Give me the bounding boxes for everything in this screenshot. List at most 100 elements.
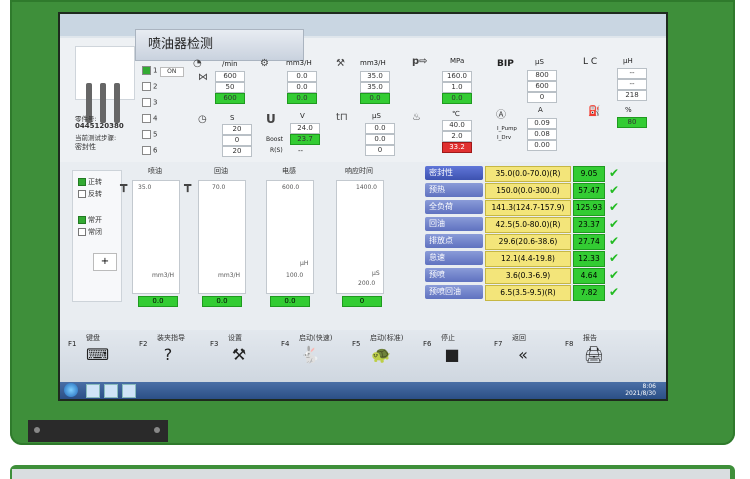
checkmark-icon: ✔ <box>609 268 620 282</box>
response-scale-unit: µS <box>372 270 380 277</box>
time-set[interactable]: 20 <box>222 124 252 135</box>
result-row: 预喷 3.6(0.3-6.9) 4.64 ✔ <box>403 268 658 284</box>
valve-icon: ⋈ <box>198 72 208 83</box>
lc-label: L C <box>583 57 598 67</box>
fkey-f3[interactable]: F3 设置 ⚒ <box>206 330 276 382</box>
result-label[interactable]: 怠速 <box>425 251 483 265</box>
result-value: 12.33 <box>573 251 605 267</box>
checkbox-icon[interactable] <box>142 66 151 75</box>
injection-column-head: 喷油 <box>148 167 162 175</box>
mode-panel: 正转 反转 常开 常闭 + <box>72 170 122 302</box>
result-label[interactable]: 预喷回油 <box>425 285 483 299</box>
return-set[interactable]: 35.0 <box>360 71 390 82</box>
result-row: 全负荷 141.3(124.7-157.9) 125.93 ✔ <box>403 200 658 216</box>
normally-open-radio[interactable]: 常开 <box>78 215 102 225</box>
inductance-column-head: 电感 <box>282 167 296 175</box>
fkey-f4[interactable]: F4 启动(快速) 🐇 <box>277 330 347 382</box>
cylinder-6[interactable]: 6 <box>142 146 157 155</box>
temp-actual: 33.2 <box>442 142 472 153</box>
pulse-set[interactable]: 0.0 <box>365 123 395 134</box>
bip-set[interactable]: 800 <box>527 70 557 81</box>
pump-current-label: I_Pump <box>497 126 517 132</box>
normally-closed-radio[interactable]: 常闭 <box>78 227 102 237</box>
step-value: 密封性 <box>75 143 96 151</box>
voltage-set[interactable]: 24.0 <box>290 123 320 134</box>
clock-icon: ◷ <box>198 114 207 125</box>
result-label[interactable]: 排放点 <box>425 234 483 248</box>
response-scale-top: 1400.0 <box>356 184 377 191</box>
fkey-f7[interactable]: F7 返回 « <box>490 330 560 382</box>
taskbar-app-icon[interactable] <box>122 384 136 398</box>
cylinder-1[interactable]: 1 ON <box>142 66 184 77</box>
pulse-actual: 0 <box>365 145 395 156</box>
temp-set[interactable]: 40.0 <box>442 120 472 131</box>
checkbox-icon[interactable] <box>142 130 151 139</box>
fkey-f5[interactable]: F5 启动(标准) 🐢 <box>348 330 418 382</box>
injection-scale-unit: mm3/H <box>152 272 175 279</box>
next-screen-edge <box>12 469 730 479</box>
cylinder-4[interactable]: 4 <box>142 114 157 123</box>
pressure-step[interactable]: 1.0 <box>442 82 472 93</box>
result-value: 57.47 <box>573 183 605 199</box>
return-step[interactable]: 35.0 <box>360 82 390 93</box>
fkey-label: 装夹指导 <box>157 334 185 342</box>
response-value: 0 <box>342 296 382 307</box>
fkey-icon: ⌨ <box>86 345 110 364</box>
result-label[interactable]: 预热 <box>425 183 483 197</box>
drv-current-label: I_Drv <box>497 135 512 141</box>
reverse-radio[interactable]: 反转 <box>78 189 102 199</box>
fkey-label: 启动(快速) <box>299 334 333 342</box>
step-label: 当前测试步骤: <box>75 134 117 142</box>
current-extra: 0.00 <box>527 140 557 151</box>
bip-step[interactable]: 600 <box>527 81 557 92</box>
checkbox-icon[interactable] <box>142 82 151 91</box>
return-column-head: 回油 <box>214 167 228 175</box>
checkmark-icon: ✔ <box>609 183 620 197</box>
result-label[interactable]: 密封性 <box>425 166 483 180</box>
result-row: 密封性 35.0(0.0-70.0)(R) 9.05 ✔ <box>403 166 658 182</box>
pressure-set[interactable]: 160.0 <box>442 71 472 82</box>
response-column-head: 响应时间 <box>345 167 373 175</box>
checkbox-icon[interactable] <box>142 98 151 107</box>
start-button[interactable] <box>64 383 78 397</box>
cylinder-5[interactable]: 5 <box>142 130 157 139</box>
fkey-icon: ■ <box>444 345 460 364</box>
result-value: 7.82 <box>573 285 605 301</box>
checkbox-icon[interactable] <box>142 146 151 155</box>
temp-step[interactable]: 2.0 <box>442 131 472 142</box>
flow-set[interactable]: 0.0 <box>287 71 317 82</box>
result-label[interactable]: 全负荷 <box>425 200 483 214</box>
cylinder-3[interactable]: 3 <box>142 98 157 107</box>
forward-radio[interactable]: 正转 <box>78 177 102 187</box>
screw-icon <box>154 427 160 433</box>
time-step[interactable]: 0 <box>222 135 252 146</box>
pulse-step[interactable]: 0.0 <box>365 134 395 145</box>
result-range: 42.5(5.0-80.0)(R) <box>485 217 571 233</box>
fkey-f8[interactable]: F8 报告 🖨 <box>561 330 631 382</box>
speed-set[interactable]: 600 <box>215 71 245 82</box>
lc-step[interactable]: -- <box>617 79 647 90</box>
taskbar-app-icon[interactable] <box>104 384 118 398</box>
fkey-f2[interactable]: F2 装夹指导? <box>135 330 205 382</box>
add-button[interactable]: + <box>93 253 117 271</box>
fkey-number: F8 <box>565 340 574 348</box>
cylinder-2[interactable]: 2 <box>142 82 157 91</box>
voltage-actual: 23.7 <box>290 134 320 145</box>
result-label[interactable]: 回油 <box>425 217 483 231</box>
flow-step[interactable]: 0.0 <box>287 82 317 93</box>
fuel-level: 80 <box>617 117 647 128</box>
taskbar-app-icon[interactable] <box>86 384 100 398</box>
checkmark-icon: ✔ <box>609 166 620 180</box>
voltage-unit: V <box>300 112 305 120</box>
result-row: 回油 42.5(5.0-80.0)(R) 23.37 ✔ <box>403 217 658 233</box>
injector-icon <box>114 83 120 123</box>
fkey-f1[interactable]: F1 键盘 ⌨ <box>64 330 134 382</box>
function-key-bar: F1 键盘 ⌨ F2 装夹指导? F3 设置 ⚒ F4 启动(快速) 🐇 F5 启动(标准) 🐢 F6 停止 ■… <box>60 330 666 382</box>
speed-step[interactable]: 50 <box>215 82 245 93</box>
fkey-f6[interactable]: F6 停止 ■ <box>419 330 489 382</box>
lc-set[interactable]: -- <box>617 68 647 79</box>
system-clock: 8:06 2021/8/30 <box>625 383 656 397</box>
fkey-label: 停止 <box>441 334 455 342</box>
checkbox-icon[interactable] <box>142 114 151 123</box>
result-label[interactable]: 预喷 <box>425 268 483 282</box>
